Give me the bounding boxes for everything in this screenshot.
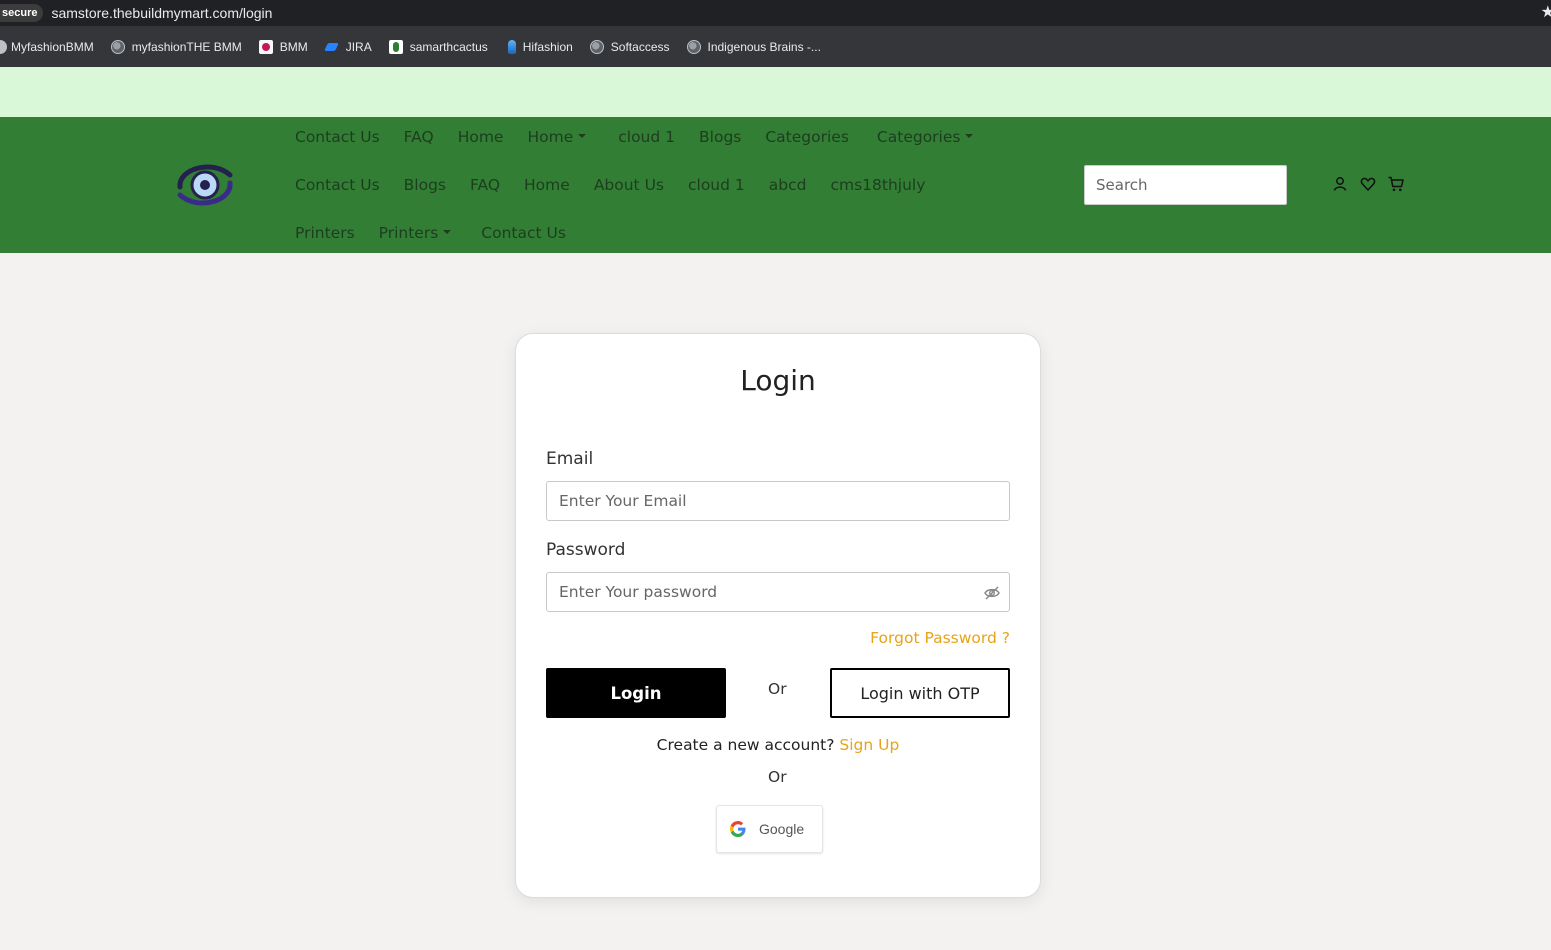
nav-about-us[interactable]: About Us	[594, 176, 664, 194]
or-separator-2: Or	[768, 768, 787, 786]
announcement-strip	[0, 67, 1551, 117]
nav-cloud-1[interactable]: cloud 1	[618, 128, 675, 146]
password-label: Password	[546, 540, 626, 560]
nav-contact-us[interactable]: Contact Us	[295, 128, 380, 146]
wishlist-heart-icon[interactable]	[1359, 175, 1377, 193]
caret-down-icon	[578, 133, 587, 138]
bookmarks-bar: MyfashionBMM myfashionTHE BMM BMM JIRA s…	[0, 26, 1551, 67]
google-label: Google	[759, 821, 805, 837]
site-header: Contact Us FAQ Home Home cloud 1 Blogs C…	[0, 117, 1551, 253]
eye-slash-icon[interactable]	[983, 584, 1001, 602]
nav-row-2: Contact Us Blogs FAQ Home About Us cloud…	[295, 170, 949, 200]
nav-home-2[interactable]: Home	[524, 176, 570, 194]
nav-home[interactable]: Home	[458, 128, 504, 146]
nav-faq-2[interactable]: FAQ	[470, 176, 500, 194]
browser-address-bar: secure samstore.thebuildmymart.com/login…	[0, 0, 1551, 26]
bookmark-star-icon[interactable]: ★	[1541, 2, 1551, 21]
forgot-password-link[interactable]: Forgot Password ?	[870, 629, 1010, 647]
login-with-otp-button[interactable]: Login with OTP	[830, 668, 1010, 718]
signup-line: Create a new account? Sign Up	[516, 736, 1040, 754]
bookmark-bmm[interactable]: BMM	[258, 39, 308, 54]
hifashion-icon	[507, 39, 516, 54]
google-login-button[interactable]: Google	[716, 805, 823, 853]
cart-icon[interactable]	[1387, 175, 1405, 193]
sign-up-link[interactable]: Sign Up	[839, 736, 899, 754]
bookmark-samarthcactus[interactable]: samarthcactus	[388, 39, 488, 54]
login-title: Login	[740, 364, 816, 397]
url-text[interactable]: samstore.thebuildmymart.com/login	[51, 5, 272, 21]
nav-faq[interactable]: FAQ	[404, 128, 434, 146]
cactus-icon	[388, 39, 403, 54]
nav-categories-dropdown[interactable]: Categories	[877, 128, 974, 146]
user-icon[interactable]	[1331, 175, 1349, 193]
bookmark-label: Indigenous Brains -...	[707, 39, 821, 54]
nav-contact-us-2[interactable]: Contact Us	[295, 176, 380, 194]
bmm-icon	[258, 39, 273, 54]
bookmark-label: BMM	[279, 39, 308, 54]
nav-printers[interactable]: Printers	[295, 224, 355, 242]
nav-categories[interactable]: Categories	[765, 128, 849, 146]
caret-down-icon	[965, 133, 974, 138]
bookmark-myfashionbmm[interactable]: MyfashionBMM	[0, 39, 94, 54]
globe-icon	[686, 39, 701, 54]
jira-icon	[325, 40, 339, 54]
globe-icon	[110, 39, 125, 54]
login-card: Login Email Password Forgot Password ? L…	[515, 333, 1041, 898]
nav-contact-us-3[interactable]: Contact Us	[481, 224, 566, 242]
nav-cloud-1-2[interactable]: cloud 1	[688, 176, 745, 194]
nav-printers-dropdown[interactable]: Printers	[379, 224, 452, 242]
half-globe-icon	[0, 39, 7, 54]
nav-blogs[interactable]: Blogs	[699, 128, 741, 146]
nav-row-3: Printers Printers Contact Us	[295, 218, 590, 248]
nav-row-1: Contact Us FAQ Home Home cloud 1 Blogs C…	[295, 122, 997, 152]
nav-abcd[interactable]: abcd	[769, 176, 807, 194]
bookmark-label: Softaccess	[610, 39, 670, 54]
nav-printers-dropdown-label: Printers	[378, 224, 439, 242]
site-logo-icon[interactable]	[172, 157, 238, 213]
secure-badge[interactable]: secure	[0, 4, 44, 22]
bookmark-label: samarthcactus	[409, 39, 488, 54]
bookmark-hifashion[interactable]: Hifashion	[505, 39, 573, 54]
header-icons	[1331, 175, 1415, 193]
bookmark-label: MyfashionBMM	[11, 39, 94, 54]
caret-down-icon	[443, 229, 452, 234]
signup-prompt: Create a new account?	[656, 736, 835, 754]
login-button[interactable]: Login	[546, 668, 726, 718]
globe-icon	[589, 39, 604, 54]
email-label: Email	[546, 449, 594, 469]
nav-home-dropdown[interactable]: Home	[527, 128, 587, 146]
search-input[interactable]	[1084, 165, 1287, 205]
nav-home-dropdown-label: Home	[527, 128, 574, 146]
password-input[interactable]	[546, 572, 1010, 612]
bookmark-label: Hifashion	[522, 39, 573, 54]
bookmark-indigenous-brains[interactable]: Indigenous Brains -...	[686, 39, 821, 54]
bookmark-softaccess[interactable]: Softaccess	[589, 39, 670, 54]
or-separator: Or	[768, 680, 787, 698]
bookmark-jira[interactable]: JIRA	[325, 40, 372, 54]
bookmark-myfashion-the-bmm[interactable]: myfashionTHE BMM	[110, 39, 242, 54]
nav-blogs-2[interactable]: Blogs	[404, 176, 446, 194]
bookmark-label: JIRA	[345, 39, 372, 54]
google-icon	[730, 821, 746, 837]
nav-categories-dropdown-label: Categories	[876, 128, 961, 146]
email-input[interactable]	[546, 481, 1010, 521]
nav-cms18thjuly[interactable]: cms18thjuly	[830, 176, 925, 194]
bookmark-label: myfashionTHE BMM	[131, 39, 242, 54]
